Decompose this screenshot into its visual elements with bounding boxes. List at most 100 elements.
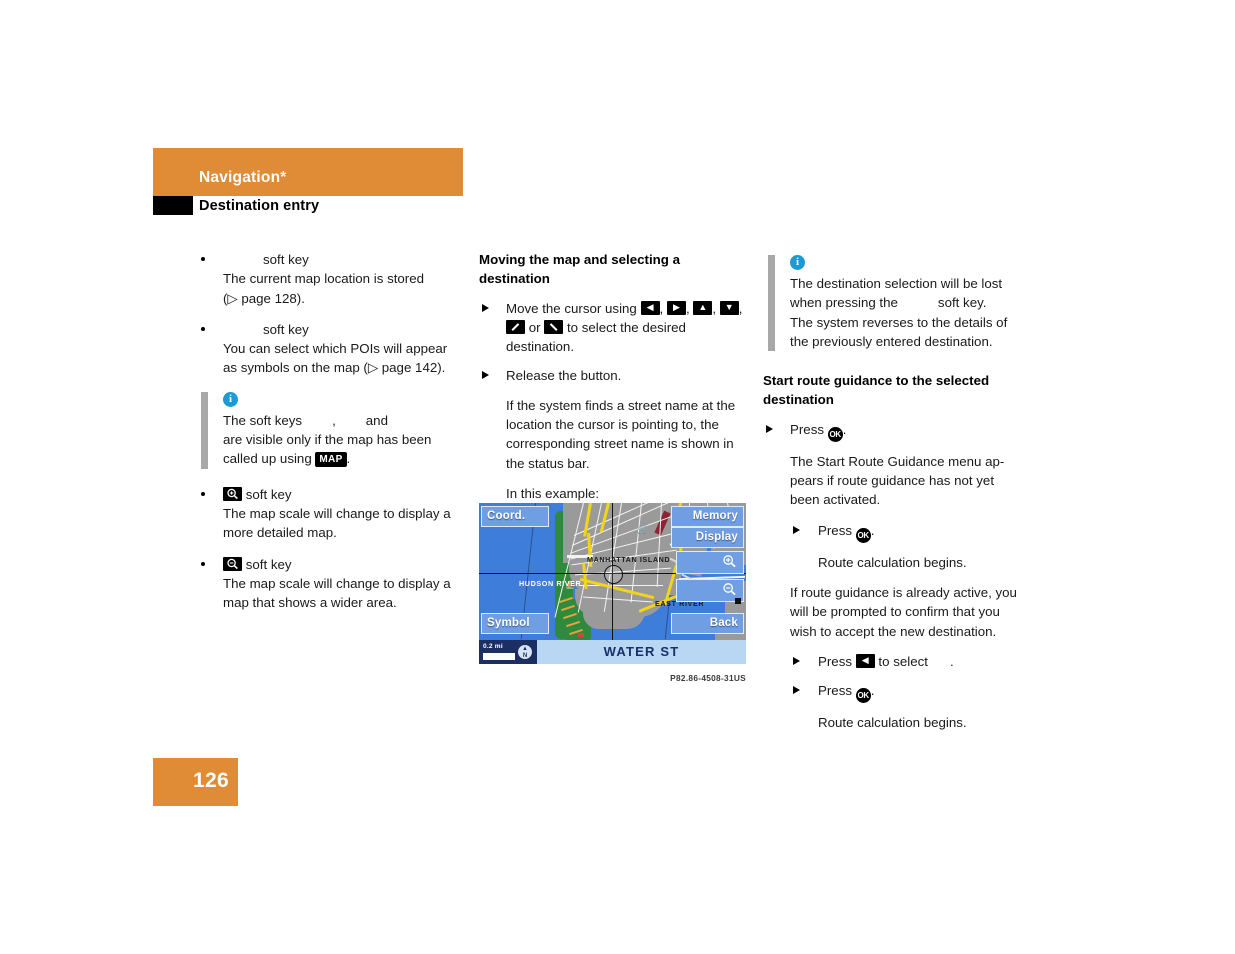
softkey-suffix: soft key — [245, 486, 292, 502]
note-line: The soft keys, and — [223, 411, 468, 430]
step-text: Press — [818, 653, 852, 669]
procedure-step: Press OK. — [763, 420, 1035, 442]
bullet-head: soft key — [223, 485, 468, 504]
step-text: Press — [818, 683, 852, 699]
procedure-step: Press ◀ to select. — [763, 652, 1035, 671]
comma: , — [685, 300, 690, 316]
bullet-body-line: You can select which POIs will appear — [223, 341, 448, 357]
left-column: soft key The current map location is sto… — [196, 250, 468, 624]
section-title: Destination entry — [199, 198, 320, 214]
note-rail — [768, 255, 775, 352]
step-explanation: If route guidance is already active, you… — [763, 583, 1035, 641]
map-label: MANHATTAN ISLAND — [587, 555, 671, 564]
navigation-display: 🛒 ⛵ MANHATTAN ISLAND HUDSON RIVER EAST R… — [479, 503, 746, 664]
softkey-display[interactable]: Display — [671, 527, 744, 548]
middle-column: Moving the map and selecting a destinati… — [479, 250, 751, 514]
step-triangle-icon — [482, 303, 489, 312]
bullet-body-line: (▷ page 128). — [223, 290, 305, 306]
page-number: 126 — [193, 769, 229, 792]
step-explanation: Route calculation begins. — [818, 554, 967, 570]
step-explanation: The Start Route Guidance menu ap- pears … — [763, 452, 1035, 510]
procedure-step: Release the button. — [479, 366, 751, 385]
status-bar: 0.2 mi ▲ N WATER ST — [479, 640, 746, 664]
arrow-left-icon: ◀ — [640, 300, 660, 315]
softkey-memory[interactable]: Memory — [671, 506, 744, 527]
chapter-title: Navigation* — [199, 169, 287, 186]
bullet-body-line: The current map location is stored — [223, 271, 425, 287]
step-text: . — [870, 522, 875, 538]
right-column: i The destination selection will be lost… — [763, 250, 1035, 743]
list-item: soft key The current map location is sto… — [196, 250, 468, 308]
compass-label: N — [522, 653, 528, 659]
body-line: will be prompted to confirm that you — [790, 604, 1000, 620]
info-icon: i — [790, 255, 805, 270]
step-triangle-icon — [793, 686, 800, 695]
arrow-diag-down-icon — [544, 319, 564, 334]
comma: , — [659, 300, 664, 316]
arrow-right-icon: ▶ — [666, 300, 686, 315]
body-line: location the cursor is pointing to, the — [506, 417, 719, 433]
ok-button-icon: OK — [827, 426, 843, 442]
body-line: pears if route guidance has not yet — [790, 473, 995, 489]
softkey-suffix: soft key — [245, 556, 292, 572]
softkey-zoom-in-icon[interactable] — [676, 551, 744, 574]
step-triangle-icon — [793, 525, 800, 534]
subsection-heading: Start route guidance to the selected des… — [763, 373, 990, 408]
bullet-dot-icon — [201, 491, 205, 496]
step-text: . — [842, 421, 847, 437]
map-label: HUDSON RIVER — [519, 579, 582, 588]
step-text: Move the cursor using — [506, 300, 637, 316]
body-line: If route guidance is already active, you — [790, 584, 1017, 600]
info-icon: i — [223, 391, 238, 407]
softkey-suffix: soft key — [263, 252, 309, 267]
note-line: The destination selection will be lost — [790, 276, 1003, 291]
step-text: to select the desired — [566, 319, 686, 335]
note-box: i The soft keys, and are visible only if … — [196, 391, 468, 469]
softkey-back[interactable]: Back — [671, 613, 744, 634]
note-line: are visible only if the map has been — [223, 432, 432, 448]
note-text: when pressing the — [790, 295, 898, 311]
step-text: to select — [878, 653, 928, 669]
scale-bar-icon — [483, 653, 515, 660]
ok-button-icon: OK — [855, 688, 871, 704]
body-line: the status bar. — [506, 455, 590, 471]
step-explanation: Route calculation begins. — [818, 715, 967, 731]
section-header-row: Destination entry — [153, 196, 463, 220]
bullet-head: soft key — [223, 555, 468, 574]
step-text: Press — [790, 421, 824, 437]
bullet-head: soft key — [223, 250, 468, 269]
compass-icon: ▲ N — [517, 644, 533, 660]
arrow-up-icon: ▲ — [693, 300, 713, 315]
procedure-step: Press OK. — [763, 681, 1035, 704]
softkey-suffix: soft key — [263, 321, 309, 337]
step-text: . — [949, 653, 954, 669]
softkey-zoom-out-icon[interactable] — [676, 579, 744, 602]
softkey-coord[interactable]: Coord. — [481, 506, 549, 527]
step-explanation: If the system finds a street name at the… — [479, 396, 751, 473]
list-item: soft key The map scale will change to di… — [196, 555, 468, 613]
map-marker — [578, 633, 584, 637]
list-item: soft key The map scale will change to di… — [196, 485, 468, 543]
note-text: and — [365, 412, 388, 428]
step-text: Press — [818, 522, 852, 538]
bullet-body-line: The map scale will change to display a — [223, 575, 451, 591]
arrow-diag-up-icon — [506, 319, 525, 334]
step-triangle-icon — [766, 424, 773, 433]
figure-caption: P82.86-4508-31US — [670, 673, 746, 683]
scrollbar-thumb[interactable] — [735, 598, 741, 604]
list-item: soft key You can select which POIs will … — [196, 320, 468, 378]
bullet-body-line: map that shows a wider area. — [223, 595, 397, 611]
map-canvas: 🛒 ⛵ MANHATTAN ISLAND HUDSON RIVER EAST R… — [479, 503, 746, 640]
note-text: The soft keys — [223, 412, 303, 428]
procedure-step: Press OK. — [763, 521, 1035, 543]
bullet-dot-icon — [201, 326, 205, 331]
note-box: i The destination selection will be lost… — [763, 255, 1035, 352]
bullet-dot-icon — [201, 561, 205, 566]
status-street-name: WATER ST — [603, 644, 680, 659]
scale-value: 0.2 mi — [483, 643, 503, 650]
softkey-symbol[interactable]: Symbol — [481, 613, 549, 634]
step-text: Release the button. — [506, 368, 622, 384]
comma: , — [712, 300, 717, 316]
note-line: when pressing the soft key. — [790, 293, 1035, 312]
step-text: or — [528, 319, 541, 335]
